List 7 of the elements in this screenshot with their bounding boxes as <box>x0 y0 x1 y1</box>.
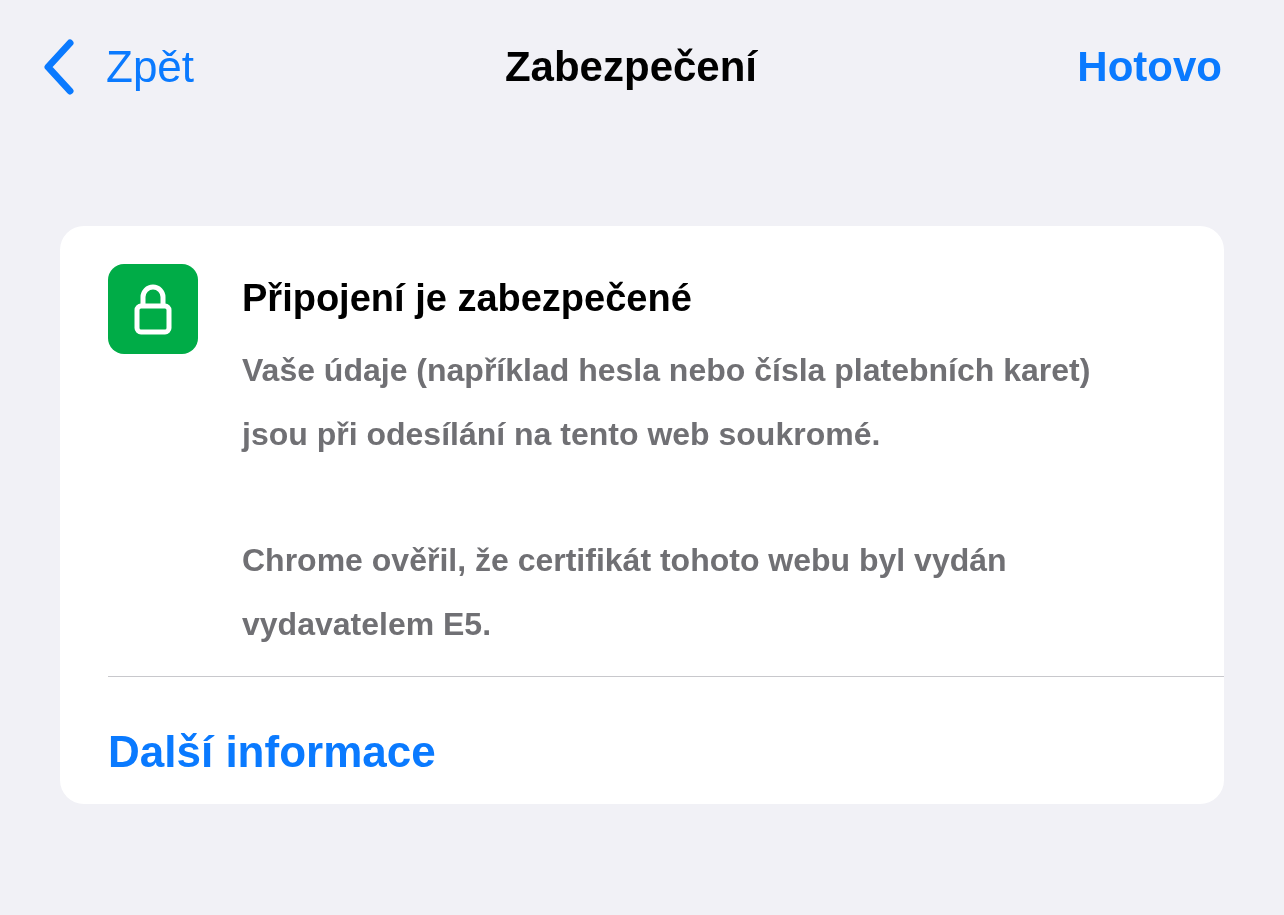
back-button[interactable]: Zpět <box>40 39 195 95</box>
connection-title: Připojení je zabezpečené <box>242 276 693 320</box>
done-button[interactable]: Hotovo <box>1077 43 1222 91</box>
screen-title: Zabezpečení <box>504 43 758 91</box>
description-text: Chrome ověřil, že certifikát tohoto webu byl vydán vydavatelem E5. <box>242 541 1008 644</box>
more-info-link[interactable]: Další informace <box>108 727 436 777</box>
description-text: Vaše údaje (například hesla nebo čísla platebních karet) jsou při odesílání na tento web soukromé. <box>242 351 1092 454</box>
